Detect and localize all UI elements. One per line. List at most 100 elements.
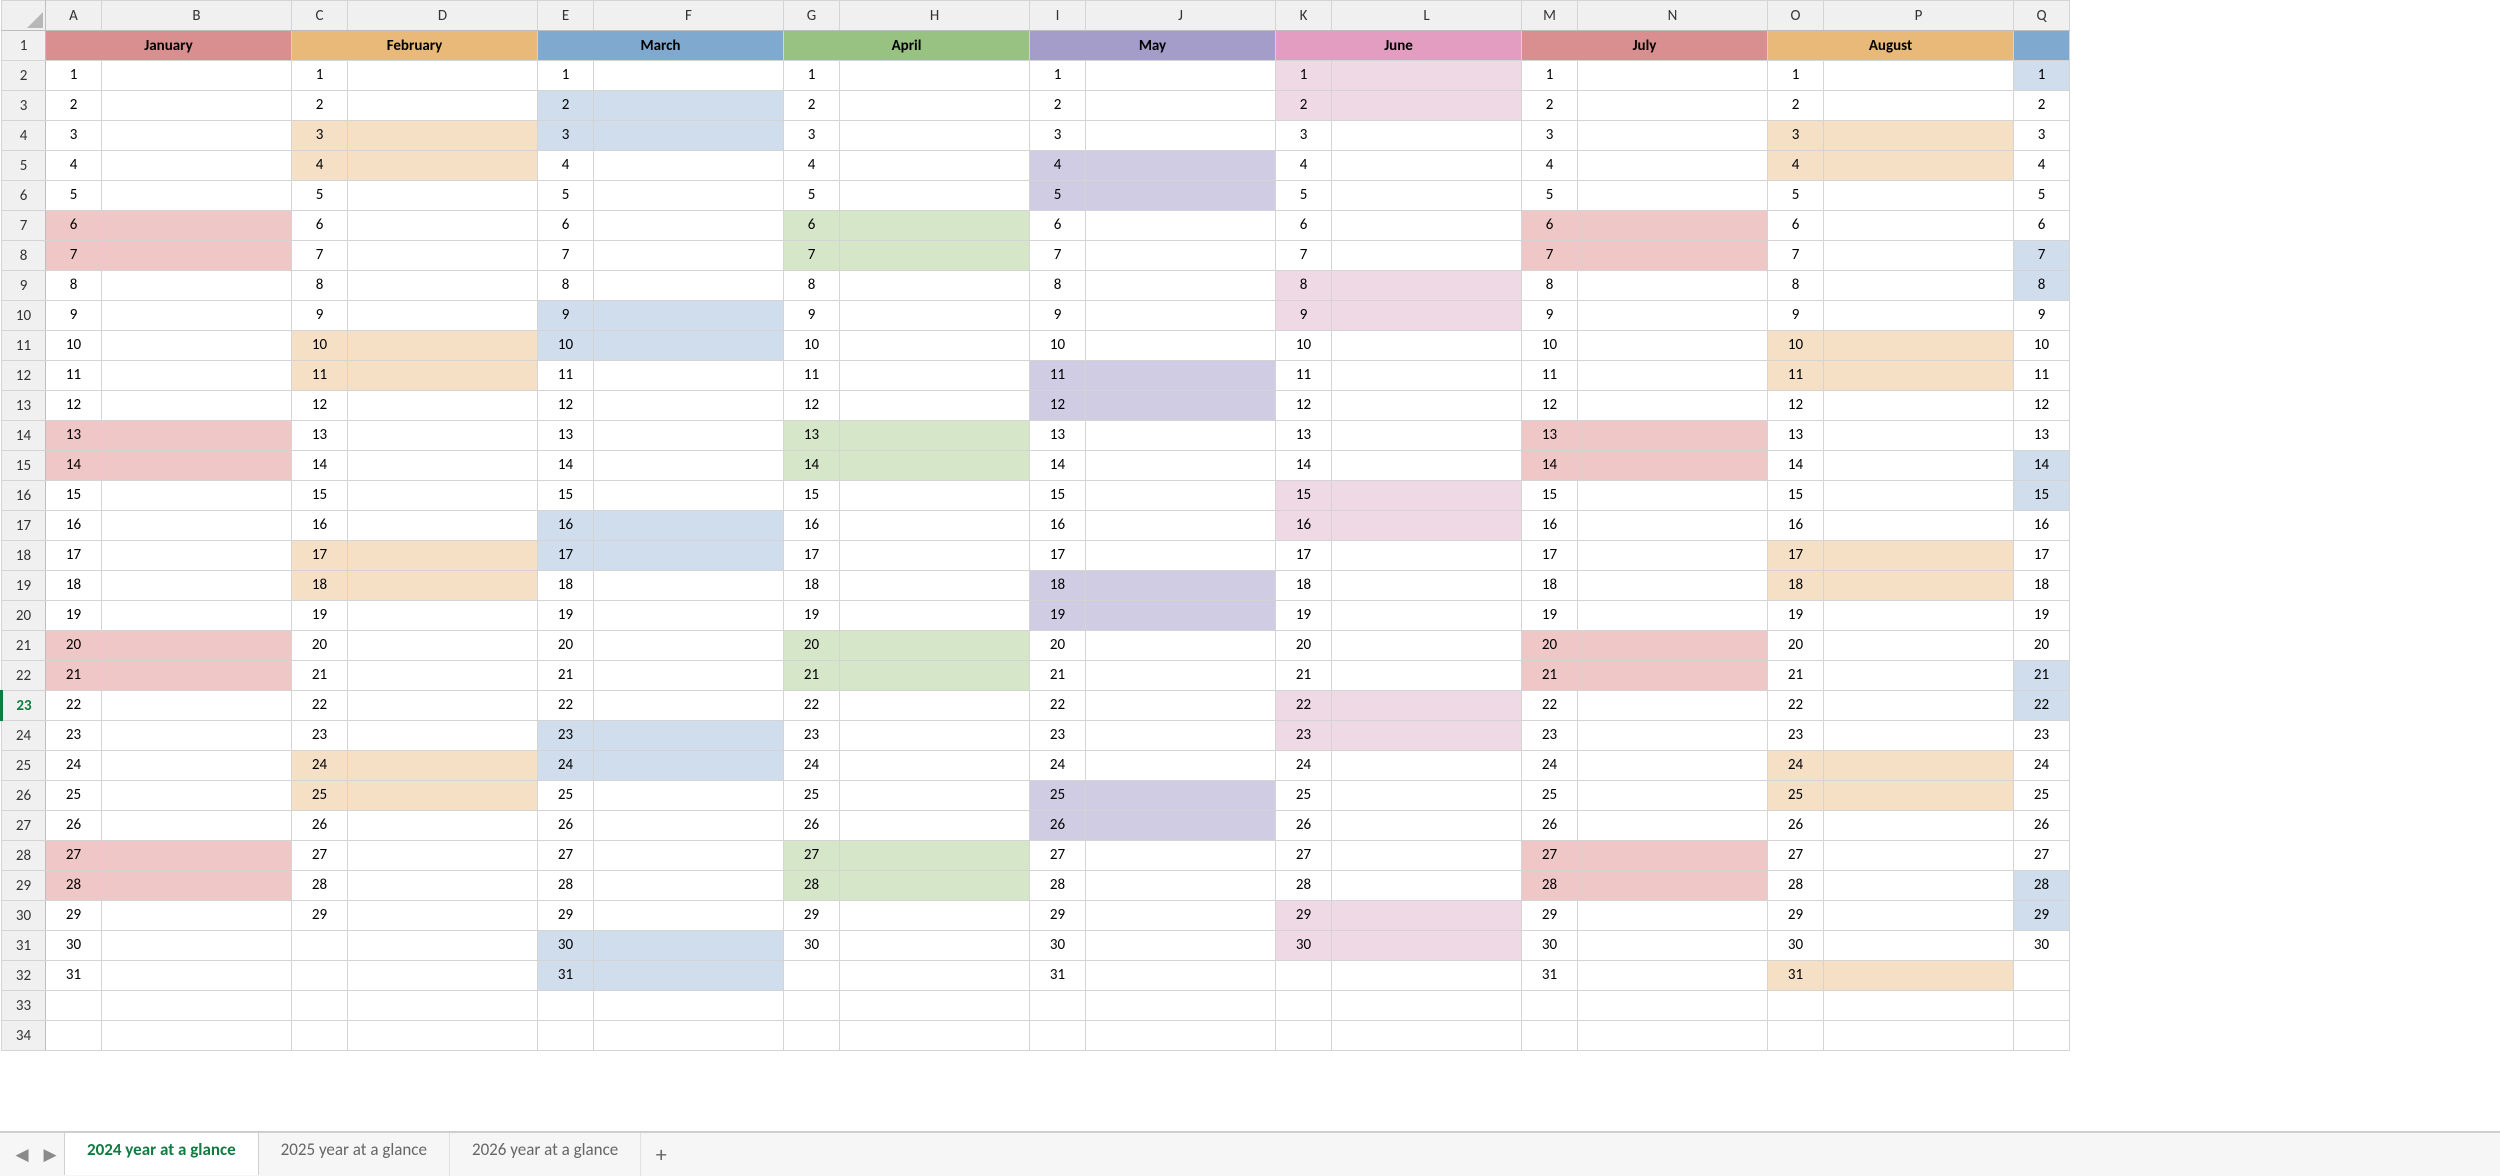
- event-cell[interactable]: [1578, 361, 1768, 391]
- event-cell[interactable]: [348, 451, 538, 481]
- event-cell[interactable]: [348, 601, 538, 631]
- day-cell[interactable]: 29: [292, 901, 348, 931]
- day-cell[interactable]: 16: [2014, 511, 2070, 541]
- day-cell[interactable]: 23: [46, 721, 102, 751]
- event-cell[interactable]: [594, 691, 784, 721]
- day-cell[interactable]: 25: [1522, 781, 1578, 811]
- event-cell[interactable]: [102, 871, 292, 901]
- day-cell[interactable]: 22: [292, 691, 348, 721]
- day-cell[interactable]: 20: [1522, 631, 1578, 661]
- day-cell[interactable]: 11: [46, 361, 102, 391]
- day-cell[interactable]: 15: [2014, 481, 2070, 511]
- event-cell[interactable]: [1578, 631, 1768, 661]
- event-cell[interactable]: [840, 841, 1030, 871]
- event-cell[interactable]: [1824, 481, 2014, 511]
- event-cell[interactable]: [102, 241, 292, 271]
- event-cell[interactable]: [1824, 451, 2014, 481]
- day-cell[interactable]: 29: [1522, 901, 1578, 931]
- day-cell[interactable]: 16: [784, 511, 840, 541]
- day-cell[interactable]: 18: [46, 571, 102, 601]
- day-cell[interactable]: 28: [1522, 871, 1578, 901]
- day-cell[interactable]: 20: [1030, 631, 1086, 661]
- event-cell[interactable]: [1332, 511, 1522, 541]
- day-cell[interactable]: [46, 1021, 102, 1051]
- event-cell[interactable]: [102, 601, 292, 631]
- row-header[interactable]: 25: [2, 751, 46, 781]
- event-cell[interactable]: [102, 151, 292, 181]
- event-cell[interactable]: [102, 451, 292, 481]
- day-cell[interactable]: [292, 961, 348, 991]
- day-cell[interactable]: 7: [538, 241, 594, 271]
- event-cell[interactable]: [1578, 721, 1768, 751]
- row-header[interactable]: 21: [2, 631, 46, 661]
- event-cell[interactable]: [840, 661, 1030, 691]
- row-header[interactable]: 33: [2, 991, 46, 1021]
- event-cell[interactable]: [348, 721, 538, 751]
- day-cell[interactable]: 18: [1522, 571, 1578, 601]
- event-cell[interactable]: [348, 181, 538, 211]
- event-cell[interactable]: [1824, 1021, 2014, 1051]
- event-cell[interactable]: [1086, 931, 1276, 961]
- event-cell[interactable]: [102, 511, 292, 541]
- row-header[interactable]: 3: [2, 91, 46, 121]
- day-cell[interactable]: 5: [1768, 181, 1824, 211]
- day-cell[interactable]: 16: [292, 511, 348, 541]
- event-cell[interactable]: [594, 451, 784, 481]
- day-cell[interactable]: 30: [1030, 931, 1086, 961]
- column-header[interactable]: P: [1824, 1, 2014, 31]
- day-cell[interactable]: 18: [784, 571, 840, 601]
- column-header[interactable]: N: [1578, 1, 1768, 31]
- day-cell[interactable]: 5: [2014, 181, 2070, 211]
- event-cell[interactable]: [594, 121, 784, 151]
- event-cell[interactable]: [840, 151, 1030, 181]
- day-cell[interactable]: 4: [784, 151, 840, 181]
- day-cell[interactable]: [784, 1021, 840, 1051]
- day-cell[interactable]: 9: [2014, 301, 2070, 331]
- day-cell[interactable]: 20: [2014, 631, 2070, 661]
- day-cell[interactable]: 1: [1768, 61, 1824, 91]
- event-cell[interactable]: [840, 181, 1030, 211]
- day-cell[interactable]: 31: [1768, 961, 1824, 991]
- day-cell[interactable]: 23: [292, 721, 348, 751]
- day-cell[interactable]: [538, 1021, 594, 1051]
- event-cell[interactable]: [1578, 571, 1768, 601]
- day-cell[interactable]: 13: [1768, 421, 1824, 451]
- day-cell[interactable]: 1: [1522, 61, 1578, 91]
- event-cell[interactable]: [1332, 991, 1522, 1021]
- month-header[interactable]: April: [784, 31, 1030, 61]
- day-cell[interactable]: 8: [1768, 271, 1824, 301]
- row-header[interactable]: 13: [2, 391, 46, 421]
- day-cell[interactable]: 24: [784, 751, 840, 781]
- day-cell[interactable]: 29: [46, 901, 102, 931]
- day-cell[interactable]: 27: [46, 841, 102, 871]
- column-header[interactable]: O: [1768, 1, 1824, 31]
- next-sheet-button[interactable]: ▶: [36, 1141, 64, 1169]
- event-cell[interactable]: [1332, 451, 1522, 481]
- day-cell[interactable]: 13: [538, 421, 594, 451]
- day-cell[interactable]: 22: [1030, 691, 1086, 721]
- day-cell[interactable]: 11: [1030, 361, 1086, 391]
- column-header[interactable]: H: [840, 1, 1030, 31]
- day-cell[interactable]: 1: [538, 61, 594, 91]
- day-cell[interactable]: 8: [538, 271, 594, 301]
- day-cell[interactable]: 23: [784, 721, 840, 751]
- event-cell[interactable]: [594, 631, 784, 661]
- event-cell[interactable]: [1824, 241, 2014, 271]
- day-cell[interactable]: 15: [46, 481, 102, 511]
- day-cell[interactable]: 22: [538, 691, 594, 721]
- event-cell[interactable]: [348, 931, 538, 961]
- day-cell[interactable]: [784, 991, 840, 1021]
- event-cell[interactable]: [1578, 841, 1768, 871]
- day-cell[interactable]: 3: [292, 121, 348, 151]
- day-cell[interactable]: 12: [784, 391, 840, 421]
- row-header[interactable]: 34: [2, 1021, 46, 1051]
- event-cell[interactable]: [1578, 901, 1768, 931]
- prev-sheet-button[interactable]: ◀: [8, 1141, 36, 1169]
- row-header[interactable]: 10: [2, 301, 46, 331]
- day-cell[interactable]: 22: [2014, 691, 2070, 721]
- event-cell[interactable]: [594, 1021, 784, 1051]
- day-cell[interactable]: 21: [2014, 661, 2070, 691]
- day-cell[interactable]: 26: [1522, 811, 1578, 841]
- day-cell[interactable]: 7: [784, 241, 840, 271]
- event-cell[interactable]: [1086, 421, 1276, 451]
